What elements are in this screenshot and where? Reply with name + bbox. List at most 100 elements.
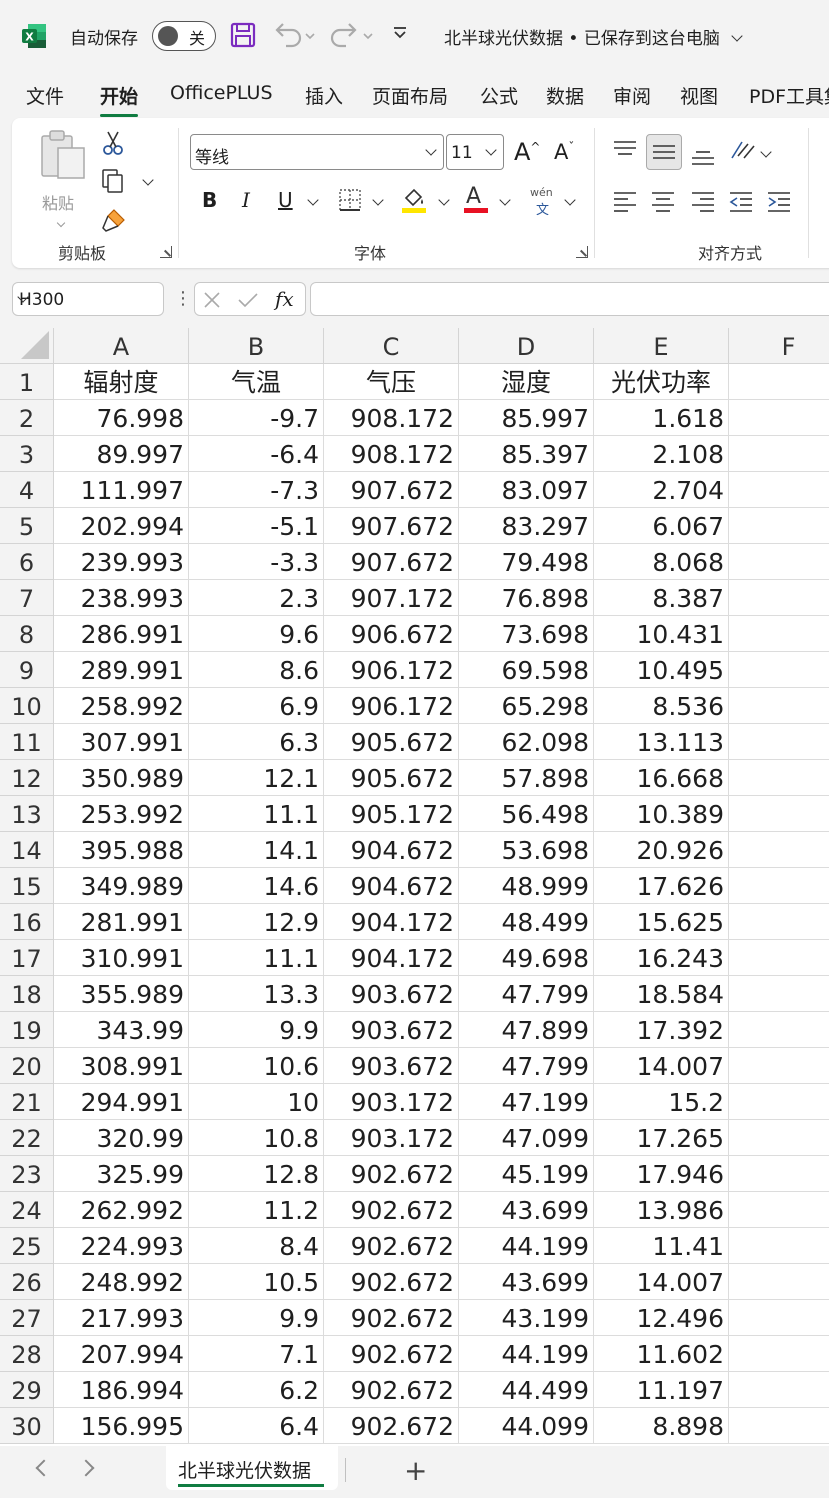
table-cell[interactable]: 202.994	[54, 508, 189, 544]
table-cell[interactable]: 11.2	[189, 1192, 324, 1228]
align-right-icon[interactable]	[690, 188, 716, 214]
table-cell[interactable]: 85.997	[459, 400, 594, 436]
table-cell[interactable]	[729, 1264, 829, 1300]
orientation-icon[interactable]	[728, 136, 756, 164]
table-cell[interactable]: 20.926	[594, 832, 729, 868]
table-cell[interactable]	[729, 724, 829, 760]
underline-dropdown-icon[interactable]	[307, 194, 319, 206]
table-cell[interactable]	[729, 1084, 829, 1120]
table-cell[interactable]: 14.6	[189, 868, 324, 904]
table-cell[interactable]	[729, 1228, 829, 1264]
border-icon[interactable]	[338, 188, 362, 212]
document-title[interactable]: 北半球光伏数据 • 已保存到这台电脑	[444, 24, 743, 49]
cut-icon[interactable]	[102, 130, 124, 156]
redo-icon[interactable]	[330, 20, 376, 50]
table-cell[interactable]: 294.991	[54, 1084, 189, 1120]
fill-color-dropdown-icon[interactable]	[438, 194, 450, 206]
table-cell[interactable]: 13.986	[594, 1192, 729, 1228]
table-cell[interactable]: 44.499	[459, 1372, 594, 1408]
border-dropdown-icon[interactable]	[372, 194, 384, 206]
table-cell[interactable]: 239.993	[54, 544, 189, 580]
table-cell[interactable]: 908.172	[324, 400, 459, 436]
table-cell[interactable]: 905.672	[324, 724, 459, 760]
table-cell[interactable]: 904.672	[324, 868, 459, 904]
table-cell[interactable]: 8.898	[594, 1408, 729, 1444]
table-cell[interactable]: 69.598	[459, 652, 594, 688]
table-cell[interactable]: 355.989	[54, 976, 189, 1012]
row-header[interactable]: 22	[0, 1120, 54, 1156]
row-header[interactable]: 20	[0, 1048, 54, 1084]
header-cell[interactable]: 光伏功率	[594, 364, 729, 400]
tab-insert[interactable]: 插入	[305, 82, 343, 109]
table-cell[interactable]	[729, 1120, 829, 1156]
table-cell[interactable]: 10.5	[189, 1264, 324, 1300]
tab-home[interactable]: 开始	[100, 82, 139, 117]
copy-dropdown-icon[interactable]	[142, 174, 154, 186]
table-cell[interactable]: 9.6	[189, 616, 324, 652]
column-header-c[interactable]: C	[324, 328, 459, 364]
font-launcher-icon[interactable]	[576, 246, 588, 258]
table-cell[interactable]: 902.672	[324, 1264, 459, 1300]
table-cell[interactable]: 14.007	[594, 1048, 729, 1084]
table-cell[interactable]	[729, 868, 829, 904]
row-header[interactable]: 7	[0, 580, 54, 616]
table-cell[interactable]: 76.898	[459, 580, 594, 616]
table-cell[interactable]: 906.172	[324, 688, 459, 724]
table-cell[interactable]: 17.392	[594, 1012, 729, 1048]
table-cell[interactable]: 902.672	[324, 1372, 459, 1408]
row-header[interactable]: 28	[0, 1336, 54, 1372]
table-cell[interactable]: 7.1	[189, 1336, 324, 1372]
table-cell[interactable]	[729, 1408, 829, 1444]
table-cell[interactable]: 11.197	[594, 1372, 729, 1408]
phonetic-dropdown-icon[interactable]	[564, 194, 576, 206]
table-cell[interactable]: 903.672	[324, 1048, 459, 1084]
name-box[interactable]: H300	[12, 282, 164, 316]
table-cell[interactable]: 73.698	[459, 616, 594, 652]
table-cell[interactable]: 6.2	[189, 1372, 324, 1408]
row-header[interactable]: 11	[0, 724, 54, 760]
row-header[interactable]: 21	[0, 1084, 54, 1120]
select-all-corner[interactable]	[0, 328, 54, 364]
row-header[interactable]: 16	[0, 904, 54, 940]
table-cell[interactable]: 18.584	[594, 976, 729, 1012]
header-cell[interactable]: 辐射度	[54, 364, 189, 400]
row-header[interactable]: 15	[0, 868, 54, 904]
table-cell[interactable]: 10.495	[594, 652, 729, 688]
table-cell[interactable]: 6.067	[594, 508, 729, 544]
table-cell[interactable]: 12.496	[594, 1300, 729, 1336]
table-cell[interactable]: 904.172	[324, 904, 459, 940]
enter-icon[interactable]	[237, 291, 259, 309]
table-cell[interactable]: 15.625	[594, 904, 729, 940]
table-cell[interactable]: 904.172	[324, 940, 459, 976]
table-cell[interactable]: 83.097	[459, 472, 594, 508]
table-cell[interactable]	[729, 400, 829, 436]
table-cell[interactable]: 12.8	[189, 1156, 324, 1192]
table-cell[interactable]: 111.997	[54, 472, 189, 508]
table-cell[interactable]: 14.1	[189, 832, 324, 868]
table-cell[interactable]: 6.3	[189, 724, 324, 760]
table-cell[interactable]	[729, 1300, 829, 1336]
orientation-dropdown-icon[interactable]	[760, 146, 772, 158]
table-cell[interactable]: 10	[189, 1084, 324, 1120]
table-cell[interactable]: 905.672	[324, 760, 459, 796]
table-cell[interactable]: 11.1	[189, 796, 324, 832]
table-cell[interactable]	[729, 832, 829, 868]
table-cell[interactable]: 289.991	[54, 652, 189, 688]
table-cell[interactable]: 902.672	[324, 1408, 459, 1444]
table-cell[interactable]: 253.992	[54, 796, 189, 832]
table-cell[interactable]: 9.9	[189, 1300, 324, 1336]
table-cell[interactable]	[729, 688, 829, 724]
row-header[interactable]: 8	[0, 616, 54, 652]
table-cell[interactable]: -5.1	[189, 508, 324, 544]
table-cell[interactable]: 47.899	[459, 1012, 594, 1048]
row-header[interactable]: 12	[0, 760, 54, 796]
table-cell[interactable]: 10.389	[594, 796, 729, 832]
table-cell[interactable]: 902.672	[324, 1228, 459, 1264]
table-cell[interactable]	[729, 796, 829, 832]
table-cell[interactable]: 325.99	[54, 1156, 189, 1192]
table-cell[interactable]: 8.068	[594, 544, 729, 580]
table-cell[interactable]: 43.699	[459, 1192, 594, 1228]
table-cell[interactable]: 48.999	[459, 868, 594, 904]
table-cell[interactable]: 308.991	[54, 1048, 189, 1084]
header-cell[interactable]: 气压	[324, 364, 459, 400]
